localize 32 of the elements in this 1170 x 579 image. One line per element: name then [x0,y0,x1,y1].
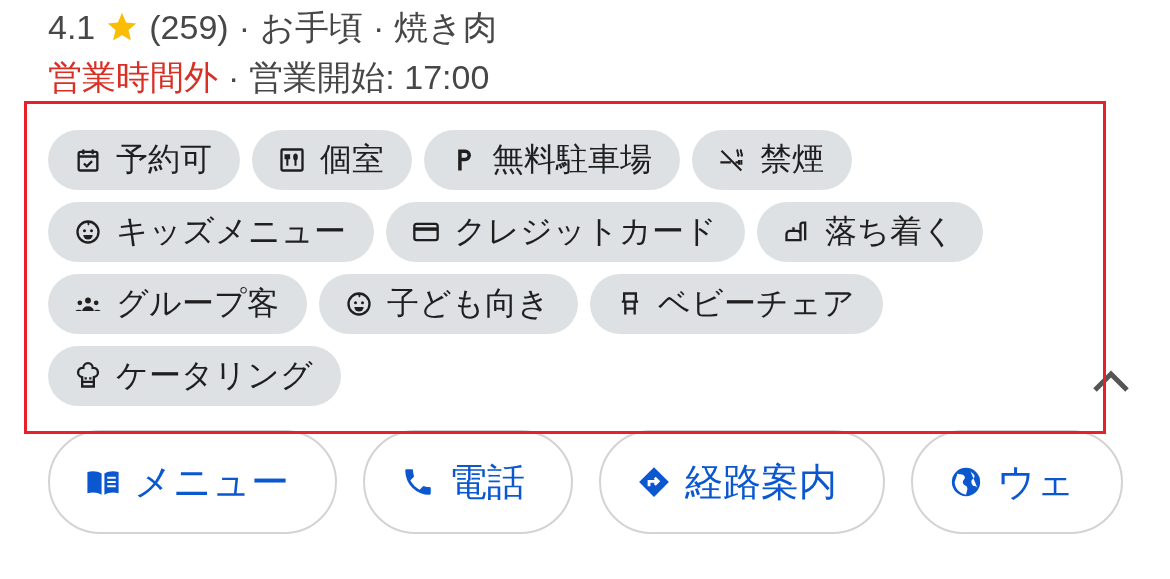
chip-label: 子ども向き [387,284,550,323]
no-smoking-icon [718,146,746,174]
chip-label: 無料駐車場 [492,140,652,179]
globe-icon [949,465,983,499]
separator-dot: · [372,7,385,48]
action-button[interactable]: メニュー [48,430,337,534]
price-level: お手頃 [259,7,363,48]
smiley-icon [74,218,102,246]
separator-dot: · [238,7,250,48]
chip-label: クレジットカード [454,212,717,251]
directions-icon [637,465,671,499]
chip-label: グループ客 [116,284,279,323]
category: 焼き肉 [394,7,498,48]
separator-dot: · [228,57,240,98]
chip-label: キッズメニュー [116,212,346,251]
action-button[interactable]: 電話 [363,430,573,534]
opening-time: 営業開始: 17:00 [249,57,490,98]
chip-label: 落ち着く [825,212,955,251]
rating: 4.1 [48,7,96,48]
smiley-icon [345,290,373,318]
chip-label: ベビーチェア [658,284,855,323]
utensils-icon [278,146,306,174]
chip-label: 個室 [320,140,384,179]
chef-hat-icon [74,362,102,390]
chip-label: 予約可 [116,140,212,179]
review-count: (259) [149,7,229,48]
chip-label: 禁煙 [760,140,824,179]
action-button[interactable]: ウェ [911,430,1123,534]
open-status: 営業時間外 [48,57,218,98]
chip-label: ケータリング [116,356,313,395]
action-button[interactable]: 経路案内 [599,430,885,534]
collapse-icon[interactable] [1092,368,1130,394]
